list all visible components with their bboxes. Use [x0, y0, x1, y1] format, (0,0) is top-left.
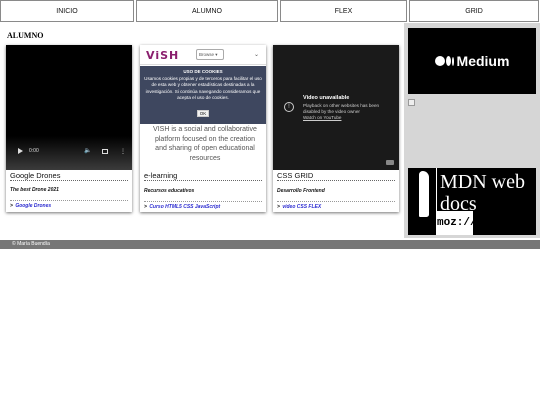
footer-copyright: © María Buendía: [12, 241, 50, 247]
nav-flex[interactable]: FLEX: [280, 0, 407, 22]
nav-grid[interactable]: GRID: [409, 0, 539, 22]
card-link-text[interactable]: video CSS FLEX: [282, 204, 321, 210]
video-controls-bar: [6, 136, 132, 170]
more-options-icon[interactable]: ⋮: [120, 148, 126, 155]
video-unavailable-message: Playback on other websites has been disa…: [303, 103, 380, 114]
sidebar: Medium MDN web docs moz://a: [404, 23, 540, 238]
youtube-embed[interactable]: ! Video unavailable Playback on other we…: [273, 45, 399, 170]
video-unavailable-text: Playback on other websites has been disa…: [303, 103, 393, 121]
vish-description: VISH is a social and collaborative platf…: [153, 126, 257, 162]
card-title: CSS GRID: [277, 171, 395, 181]
card-link-text[interactable]: Curso HTML5 CSS JavaScript: [149, 204, 220, 210]
mdn-logo[interactable]: MDN web docs moz://a: [408, 168, 536, 235]
card-link[interactable]: > Curso HTML5 CSS JavaScript: [144, 201, 262, 210]
medium-wordmark: Medium: [456, 53, 510, 69]
card-link[interactable]: > Google Drones: [10, 200, 128, 209]
nav-alumno[interactable]: ALUMNO: [136, 0, 278, 22]
card-link-text[interactable]: Google Drones: [15, 203, 51, 209]
chevron-down-icon[interactable]: ⌄: [254, 51, 259, 58]
vish-header: ViSH Browse ▾ ⌄: [140, 45, 266, 65]
video-unavailable-heading: Video unavailable: [303, 95, 350, 101]
vish-logo[interactable]: ViSH: [146, 49, 179, 62]
cards-container: 0:00 🔈 ⋮ Google Drones The best Drone 20…: [6, 45, 399, 213]
arrow-icon: >: [277, 204, 280, 210]
arrow-icon: >: [10, 203, 13, 209]
vish-embed[interactable]: ViSH Browse ▾ ⌄ VISH is a social and col…: [140, 45, 266, 170]
card-e-learning: ViSH Browse ▾ ⌄ VISH is a social and col…: [140, 45, 266, 212]
card-link[interactable]: > video CSS FLEX: [277, 201, 395, 210]
video-time: 0:00: [29, 148, 39, 154]
cookie-text: Usamos cookies propias y de terceros par…: [144, 76, 262, 101]
mozilla-wordmark: moz://a: [437, 211, 483, 235]
youtube-logo-icon[interactable]: [386, 160, 394, 165]
video-player[interactable]: 0:00 🔈 ⋮: [6, 45, 132, 170]
card-css-grid: ! Video unavailable Playback on other we…: [273, 45, 399, 212]
section-title: ALUMNO: [7, 31, 44, 40]
card-title: Google Drones: [10, 171, 128, 181]
mdn-wordmark: MDN web docs: [440, 171, 525, 215]
card-google-drones: 0:00 🔈 ⋮ Google Drones The best Drone 20…: [6, 45, 132, 212]
broken-image-icon: [408, 99, 415, 106]
card-subtitle: Desarrollo Frontend: [277, 188, 325, 194]
watch-on-youtube-link[interactable]: Watch on YouTube: [303, 115, 341, 120]
cookie-banner: USO DE COOKIES Usamos cookies propias y …: [140, 66, 266, 124]
cookie-title: USO DE COOKIES: [183, 69, 223, 74]
play-icon[interactable]: [18, 148, 23, 154]
top-nav: INICIO ALUMNO FLEX GRID: [0, 0, 540, 23]
browse-label: Browse: [199, 52, 215, 57]
card-subtitle: Recursos educativos: [144, 188, 195, 194]
card-subtitle: The best Drone 2021: [10, 187, 59, 193]
mdn-dino-icon: [408, 168, 436, 235]
browse-dropdown[interactable]: Browse ▾: [196, 49, 224, 60]
nav-inicio[interactable]: INICIO: [0, 0, 134, 22]
volume-icon[interactable]: 🔈: [84, 147, 91, 154]
medium-dots-icon: [434, 56, 454, 66]
cookie-ok-button[interactable]: OK: [196, 109, 210, 117]
info-icon: !: [284, 102, 294, 112]
fullscreen-icon[interactable]: [102, 149, 108, 154]
card-title: e-learning: [144, 171, 262, 181]
medium-logo[interactable]: Medium: [408, 28, 536, 94]
arrow-icon: >: [144, 204, 147, 210]
footer: © María Buendía: [0, 240, 540, 249]
